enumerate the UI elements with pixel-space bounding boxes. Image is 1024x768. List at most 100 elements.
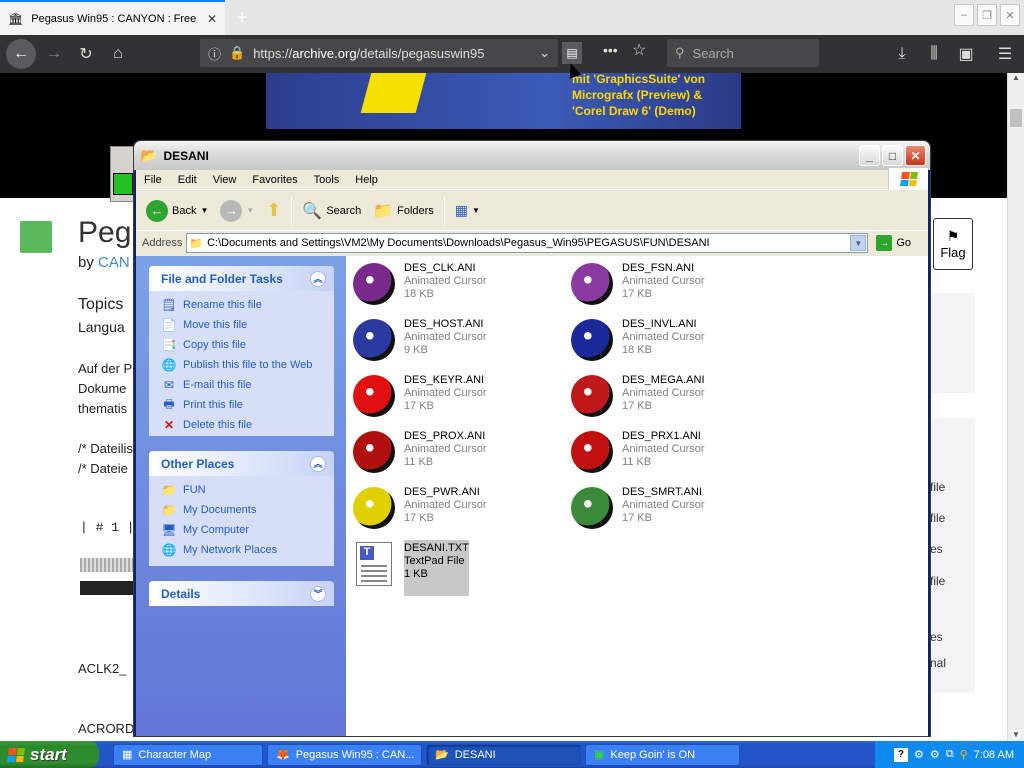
taskbar-item-browser[interactable]: 🦊 Pegasus Win95 : CAN... (267, 743, 422, 766)
help-icon[interactable]: ? (893, 747, 908, 762)
menu-favorites[interactable]: Favorites (244, 174, 305, 186)
tray-search-icon[interactable]: ⚲ (960, 748, 968, 761)
address-dropdown[interactable]: ▼ (850, 235, 867, 251)
right-item[interactable]: es (930, 542, 943, 556)
animated-cursor-icon (350, 484, 398, 532)
close-button[interactable]: ✕ (1000, 4, 1020, 26)
chevron-down-icon[interactable]: ▼ (200, 206, 208, 215)
reader-view-icon[interactable]: ▤ (562, 42, 582, 64)
start-button[interactable]: start (0, 741, 99, 768)
file-size: 1 KB (404, 568, 428, 580)
page-scrollbar[interactable]: ▲ ▼ (1007, 73, 1024, 741)
taskbar-item-desani[interactable]: 📂 DESANI (426, 743, 581, 766)
right-item[interactable]: file (930, 574, 945, 588)
menu-help[interactable]: Help (347, 174, 386, 186)
dropdown-icon[interactable]: ⌄ (539, 45, 550, 61)
search-input[interactable]: ⚲ Search (667, 39, 819, 67)
maximize-button[interactable]: ❐ (977, 4, 997, 26)
creator-link[interactable]: CAN (98, 254, 130, 271)
file-item[interactable]: DES_SMRT.ANI Animated Cursor 17 KB (568, 484, 778, 540)
close-button[interactable]: ✕ (905, 145, 926, 166)
flag-button[interactable]: ⚑ Flag (933, 218, 973, 270)
file-item[interactable]: DES_INVL.ANI Animated Cursor 18 KB (568, 316, 778, 372)
views-button[interactable]: ▦ ▼ (451, 200, 484, 221)
right-item[interactable]: es (930, 630, 943, 644)
bookmark-star-icon[interactable]: ☆ (632, 40, 646, 60)
file-item[interactable]: DES_PWR.ANI Animated Cursor 17 KB (350, 484, 560, 540)
download-icon[interactable]: ⤓ (888, 40, 916, 68)
explorer-title-bar[interactable]: 📂 DESANI _ □ ✕ (134, 141, 930, 170)
task-move[interactable]: 📄 Move this file (149, 315, 334, 335)
place-my-documents[interactable]: 📁 My Documents (149, 500, 334, 520)
browser-tab[interactable]: 🏛 Pegasus Win95 : CANYON : Free D ✕ (0, 0, 225, 35)
place-network[interactable]: 🌐 My Network Places (149, 540, 334, 560)
right-item[interactable]: nal (930, 656, 946, 670)
page-actions-icon[interactable]: ••• (603, 42, 618, 58)
search-button[interactable]: 🔍 Search (298, 199, 365, 223)
file-item[interactable]: DES_FSN.ANI Animated Cursor 17 KB (568, 260, 778, 316)
close-tab-icon[interactable]: ✕ (207, 12, 217, 26)
address-input[interactable]: 📁 C:\Documents and Settings\VM2\My Docum… (186, 233, 869, 253)
info-icon[interactable]: ⓘ (208, 44, 221, 63)
other-places-header[interactable]: Other Places ︽ (149, 451, 334, 476)
file-type: Animated Cursor (404, 275, 487, 287)
file-item[interactable]: DES_PRX1.ANI Animated Cursor 11 KB (568, 428, 778, 484)
back-icon[interactable]: ← (6, 39, 36, 69)
sidebar-icon[interactable]: ▣ (952, 40, 980, 68)
tray-network-icon[interactable]: ⧉ (946, 748, 954, 761)
minimize-button[interactable]: _ (859, 145, 880, 166)
menu-icon[interactable]: ☰ (991, 40, 1019, 68)
forward-icon[interactable]: → (40, 40, 68, 68)
scroll-up-icon[interactable]: ▲ (1008, 73, 1024, 87)
task-copy[interactable]: 📑 Copy this file (149, 335, 334, 355)
go-button[interactable]: → Go (872, 233, 915, 253)
file-item[interactable]: DES_PROX.ANI Animated Cursor 11 KB (350, 428, 560, 484)
task-delete[interactable]: ✕ Delete this file (149, 415, 334, 435)
menu-file[interactable]: File (136, 174, 170, 186)
right-item[interactable]: file (930, 511, 945, 525)
maximize-button[interactable]: □ (882, 145, 903, 166)
animated-cursor-icon (350, 316, 398, 364)
file-item[interactable]: DES_KEYR.ANI Animated Cursor 17 KB (350, 372, 560, 428)
new-tab-icon[interactable]: + (228, 4, 256, 32)
place-my-computer[interactable]: 🖥 My Computer (149, 520, 334, 540)
file-size: 17 KB (404, 512, 434, 524)
file-type: Animated Cursor (622, 387, 705, 399)
url-bar[interactable]: ⓘ 🔒 https://archive.org/details/pegasusw… (200, 39, 558, 67)
place-fun[interactable]: 📁 FUN (149, 480, 334, 500)
library-icon[interactable]: ⫼ (920, 40, 948, 68)
forward-button[interactable]: → ▼ (216, 198, 258, 224)
file-name: DES_KEYR.ANI (404, 374, 485, 386)
taskbar-item-charmap[interactable]: ▦ Character Map (113, 743, 263, 766)
scroll-down-icon[interactable]: ▼ (1008, 730, 1024, 739)
task-email[interactable]: ✉ E-mail this file (149, 375, 334, 395)
menu-edit[interactable]: Edit (170, 174, 205, 186)
expand-icon[interactable]: ︾ (310, 585, 326, 602)
background-window[interactable] (110, 146, 135, 202)
file-item[interactable]: DES_CLK.ANI Animated Cursor 18 KB (350, 260, 560, 316)
collapse-icon[interactable]: ︽ (310, 455, 326, 472)
folders-button[interactable]: 📁 Folders (369, 199, 438, 223)
task-print[interactable]: 🖶 Print this file (149, 395, 334, 415)
file-item[interactable]: DES_HOST.ANI Animated Cursor 9 KB (350, 316, 560, 372)
file-item[interactable]: DES_MEGA.ANI Animated Cursor 17 KB (568, 372, 778, 428)
menu-tools[interactable]: Tools (306, 174, 348, 186)
home-icon[interactable]: ⌂ (104, 40, 132, 68)
task-rename[interactable]: 🗒 Rename this file (149, 295, 334, 315)
up-folder-button[interactable]: ⬆ (262, 198, 285, 223)
minimize-button[interactable]: – (954, 4, 974, 26)
taskbar-item-keepgoin[interactable]: ▣ Keep Goin' is ON (585, 743, 740, 766)
tray-app-icon[interactable]: ⚙ (930, 748, 940, 761)
scroll-thumb[interactable] (1010, 109, 1022, 127)
menu-view[interactable]: View (205, 174, 245, 186)
file-item[interactable]: T DESANI.TXT TextPad File 1 KB (350, 540, 560, 596)
tray-app-icon[interactable]: ⚙ (914, 748, 924, 761)
details-header[interactable]: Details ︾ (149, 581, 334, 606)
collapse-icon[interactable]: ︽ (310, 270, 326, 287)
search-placeholder: Search (692, 45, 734, 61)
reload-icon[interactable]: ↻ (72, 40, 100, 68)
back-button[interactable]: ← Back ▼ (142, 198, 212, 224)
file-tasks-header[interactable]: File and Folder Tasks ︽ (149, 266, 334, 291)
task-publish[interactable]: 🌐 Publish this file to the Web (149, 355, 334, 375)
right-item[interactable]: file (930, 480, 945, 494)
